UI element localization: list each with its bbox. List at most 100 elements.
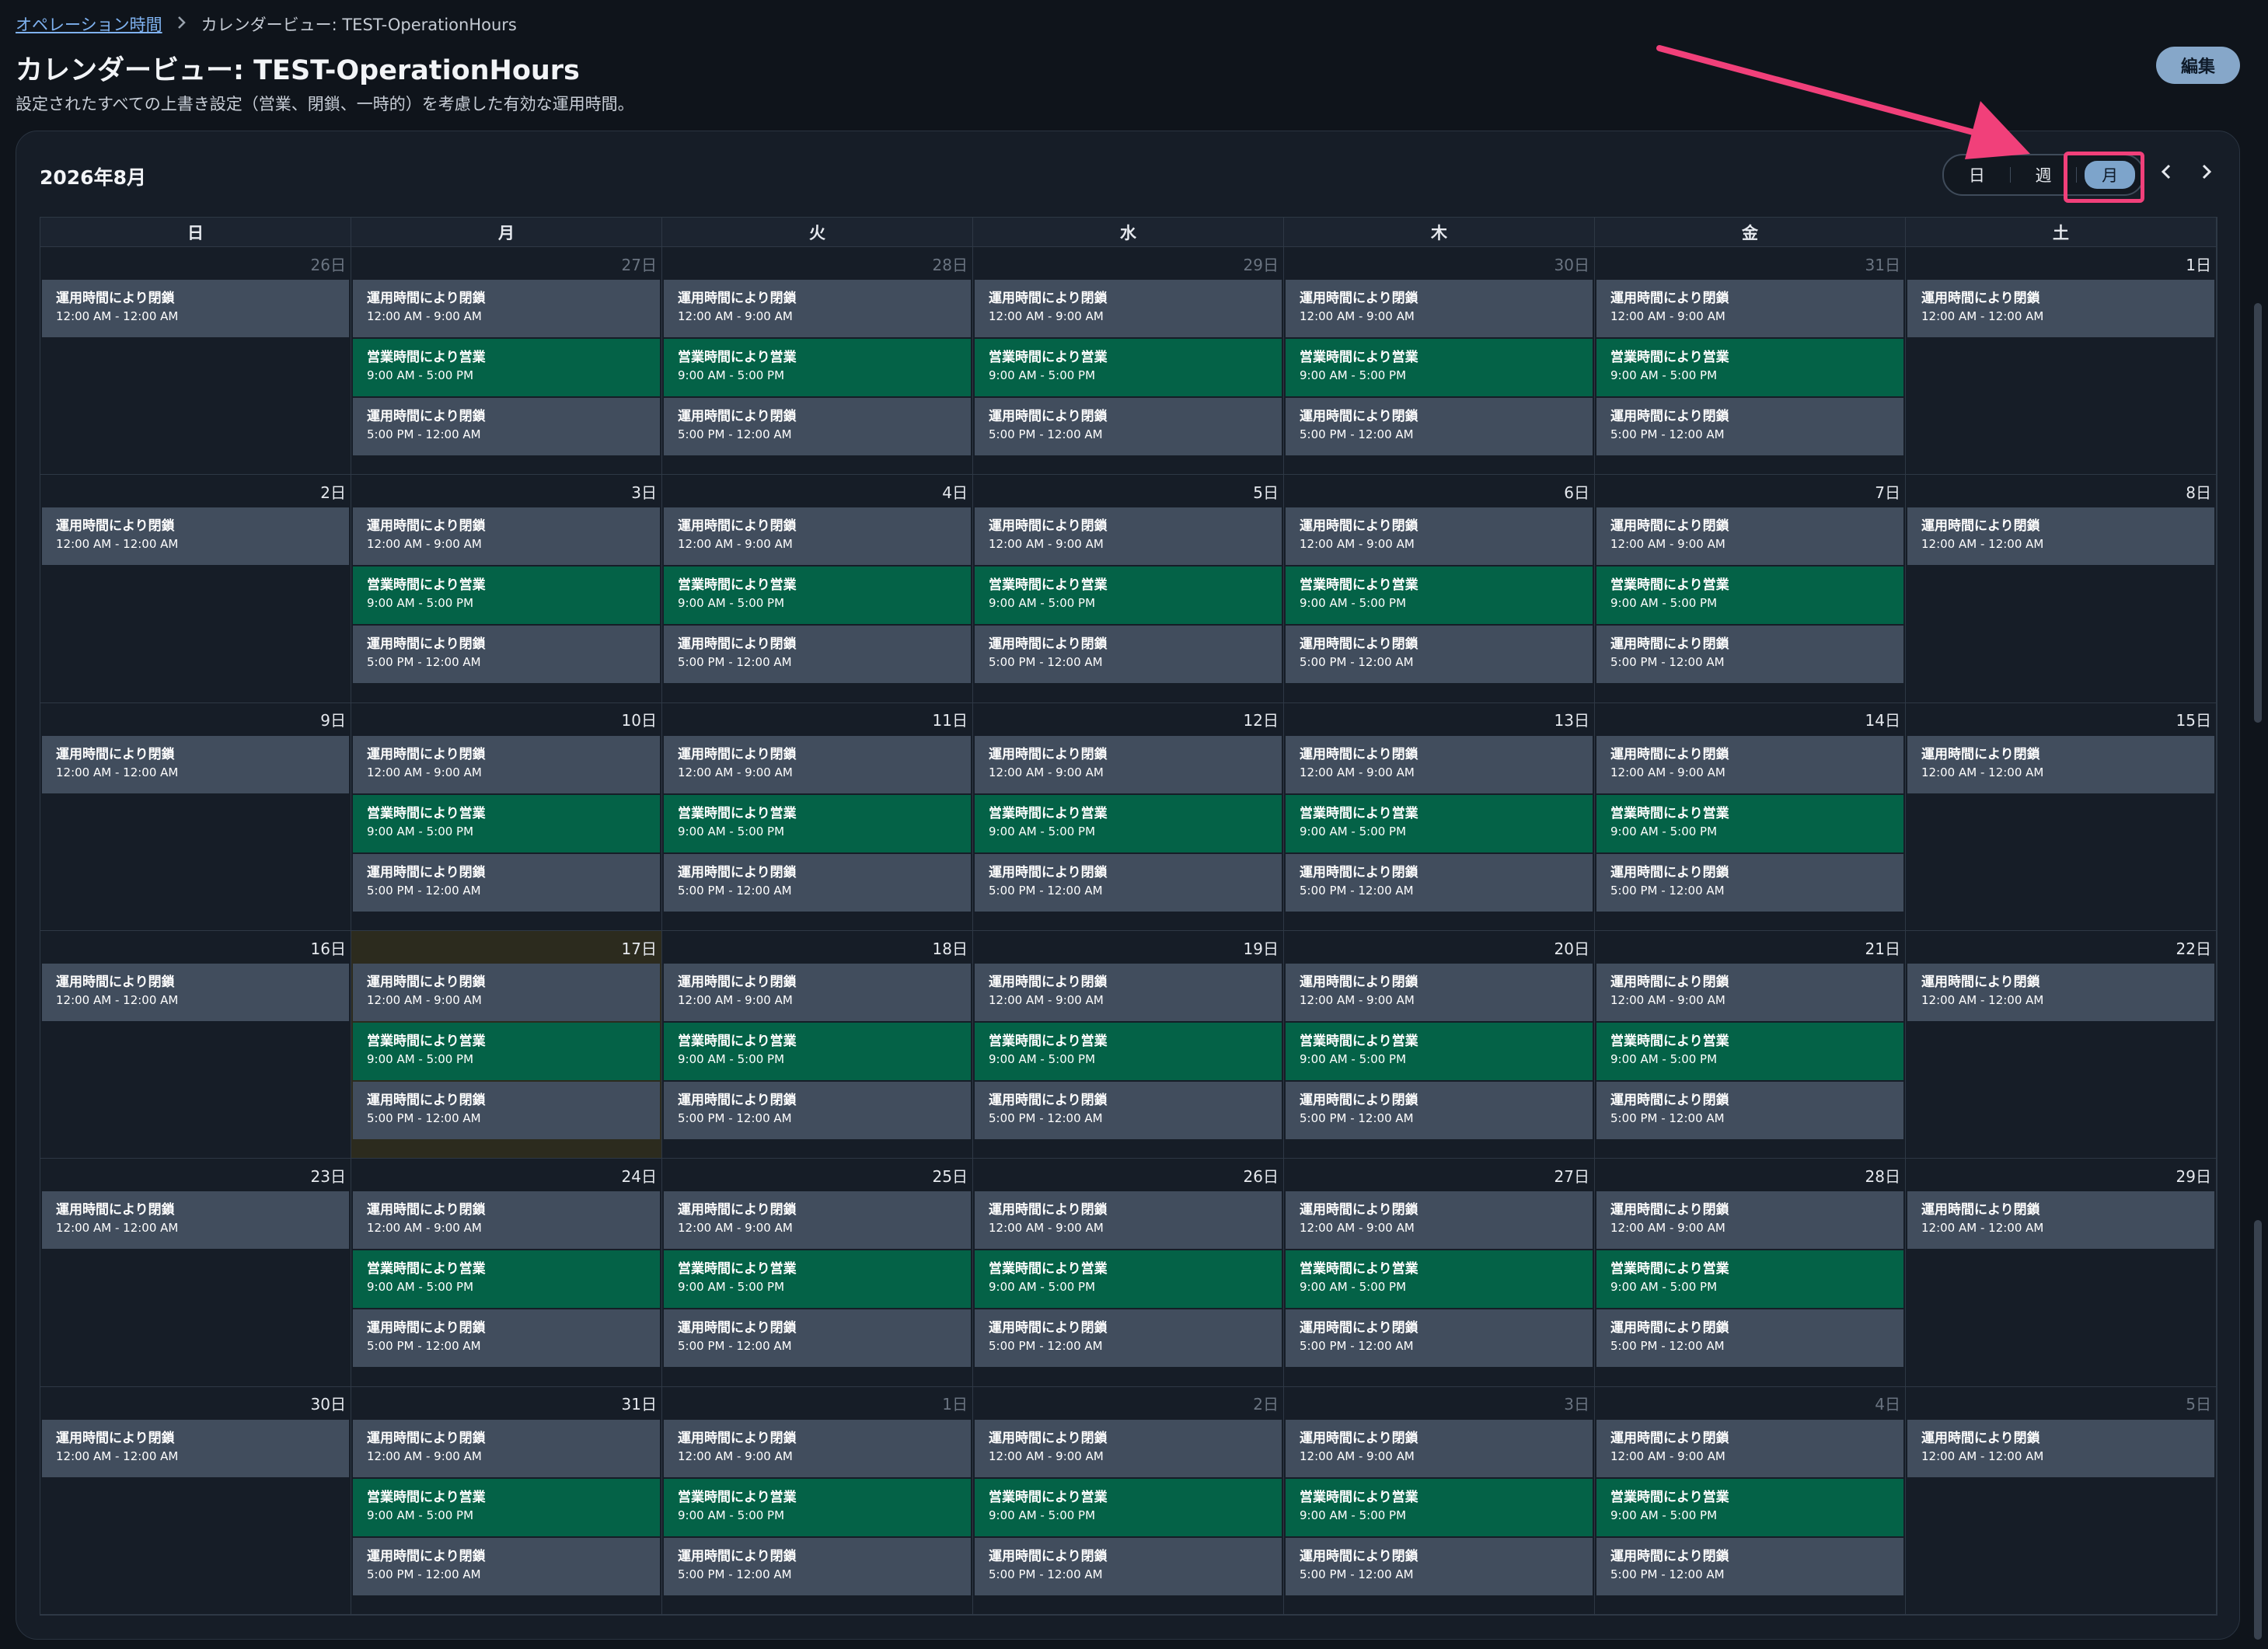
closed-hours-event[interactable]: 運用時間により閉鎖 5:00 PM - 12:00 AM (353, 398, 660, 455)
calendar-day-cell[interactable]: 26日 運用時間により閉鎖 12:00 AM - 9:00 AM 営業時間により営業 9… (973, 1159, 1284, 1387)
closed-hours-event[interactable]: 運用時間により閉鎖 5:00 PM - 12:00 AM (353, 853, 660, 912)
closed-hours-event[interactable]: 運用時間により閉鎖 12:00 AM - 12:00 AM (1907, 1419, 2214, 1477)
calendar-day-cell[interactable]: 1日 運用時間により閉鎖 12:00 AM - 9:00 AM 営業時間により営業 9:… (662, 1386, 973, 1615)
closed-hours-event[interactable]: 運用時間により閉鎖 12:00 AM - 9:00 AM (1596, 1191, 1903, 1250)
calendar-day-cell[interactable]: 25日 運用時間により閉鎖 12:00 AM - 9:00 AM 営業時間により営業 9… (662, 1159, 973, 1387)
closed-hours-event[interactable]: 運用時間により閉鎖 12:00 AM - 9:00 AM (664, 735, 971, 793)
closed-hours-event[interactable]: 運用時間により閉鎖 5:00 PM - 12:00 AM (353, 1082, 660, 1139)
closed-hours-event[interactable]: 運用時間により閉鎖 5:00 PM - 12:00 AM (1596, 1309, 1903, 1368)
calendar-day-cell[interactable]: 31日 運用時間により閉鎖 12:00 AM - 9:00 AM 営業時間により営業 9… (1595, 247, 1906, 476)
calendar-day-cell[interactable]: 1日 運用時間により閉鎖 12:00 AM - 12:00 AM (1906, 247, 2217, 476)
edit-button[interactable]: 編集 (2156, 47, 2240, 84)
closed-hours-event[interactable]: 運用時間により閉鎖 12:00 AM - 9:00 AM (353, 1191, 660, 1250)
open-hours-event[interactable]: 営業時間により営業 9:00 AM - 5:00 PM (975, 1478, 1282, 1536)
closed-hours-event[interactable]: 運用時間により閉鎖 12:00 AM - 9:00 AM (353, 964, 660, 1021)
calendar-day-cell[interactable]: 2日 運用時間により閉鎖 12:00 AM - 12:00 AM (40, 475, 351, 703)
calendar-day-cell[interactable]: 20日 運用時間により閉鎖 12:00 AM - 9:00 AM 営業時間により営業 9… (1284, 931, 1595, 1159)
closed-hours-event[interactable]: 運用時間により閉鎖 12:00 AM - 9:00 AM (664, 507, 971, 566)
open-hours-event[interactable]: 営業時間により営業 9:00 AM - 5:00 PM (1596, 1023, 1903, 1080)
closed-hours-event[interactable]: 運用時間により閉鎖 5:00 PM - 12:00 AM (1596, 1082, 1903, 1139)
closed-hours-event[interactable]: 運用時間により閉鎖 12:00 AM - 9:00 AM (975, 964, 1282, 1021)
open-hours-event[interactable]: 営業時間により営業 9:00 AM - 5:00 PM (975, 339, 1282, 396)
open-hours-event[interactable]: 営業時間により営業 9:00 AM - 5:00 PM (1286, 339, 1593, 396)
open-hours-event[interactable]: 営業時間により営業 9:00 AM - 5:00 PM (1596, 1250, 1903, 1309)
closed-hours-event[interactable]: 運用時間により閉鎖 5:00 PM - 12:00 AM (1596, 853, 1903, 912)
calendar-day-cell[interactable]: 5日 運用時間により閉鎖 12:00 AM - 12:00 AM (1906, 1386, 2217, 1615)
closed-hours-event[interactable]: 運用時間により閉鎖 12:00 AM - 9:00 AM (664, 280, 971, 337)
open-hours-event[interactable]: 営業時間により営業 9:00 AM - 5:00 PM (664, 1023, 971, 1080)
closed-hours-event[interactable]: 運用時間により閉鎖 12:00 AM - 9:00 AM (975, 280, 1282, 337)
calendar-day-cell[interactable]: 3日 運用時間により閉鎖 12:00 AM - 9:00 AM 営業時間により営業 9:… (351, 475, 662, 703)
closed-hours-event[interactable]: 運用時間により閉鎖 12:00 AM - 9:00 AM (353, 1419, 660, 1477)
closed-hours-event[interactable]: 運用時間により閉鎖 5:00 PM - 12:00 AM (975, 398, 1282, 455)
calendar-day-cell[interactable]: 13日 運用時間により閉鎖 12:00 AM - 9:00 AM 営業時間により営業 9… (1284, 702, 1595, 931)
calendar-day-cell[interactable]: 30日 運用時間により閉鎖 12:00 AM - 9:00 AM 営業時間により営業 9… (1284, 247, 1595, 476)
closed-hours-event[interactable]: 運用時間により閉鎖 12:00 AM - 9:00 AM (1286, 1419, 1593, 1477)
page-scrollbar-thumb[interactable] (2254, 303, 2262, 723)
calendar-day-cell[interactable]: 19日 運用時間により閉鎖 12:00 AM - 9:00 AM 営業時間により営業 9… (973, 931, 1284, 1159)
calendar-day-cell[interactable]: 29日 運用時間により閉鎖 12:00 AM - 9:00 AM 営業時間により営業 9… (973, 247, 1284, 476)
open-hours-event[interactable]: 営業時間により営業 9:00 AM - 5:00 PM (353, 1250, 660, 1309)
calendar-day-cell[interactable]: 7日 運用時間により閉鎖 12:00 AM - 9:00 AM 営業時間により営業 9:… (1595, 475, 1906, 703)
closed-hours-event[interactable]: 運用時間により閉鎖 5:00 PM - 12:00 AM (975, 1537, 1282, 1595)
calendar-day-cell[interactable]: 4日 運用時間により閉鎖 12:00 AM - 9:00 AM 営業時間により営業 9:… (1595, 1386, 1906, 1615)
calendar-day-cell[interactable]: 18日 運用時間により閉鎖 12:00 AM - 9:00 AM 営業時間により営業 9… (662, 931, 973, 1159)
open-hours-event[interactable]: 営業時間により営業 9:00 AM - 5:00 PM (1286, 794, 1593, 852)
open-hours-event[interactable]: 営業時間により営業 9:00 AM - 5:00 PM (1286, 567, 1593, 625)
closed-hours-event[interactable]: 運用時間により閉鎖 12:00 AM - 9:00 AM (353, 735, 660, 793)
calendar-day-cell[interactable]: 8日 運用時間により閉鎖 12:00 AM - 12:00 AM (1906, 475, 2217, 703)
closed-hours-event[interactable]: 運用時間により閉鎖 12:00 AM - 12:00 AM (1907, 1191, 2214, 1250)
closed-hours-event[interactable]: 運用時間により閉鎖 5:00 PM - 12:00 AM (1286, 1537, 1593, 1595)
closed-hours-event[interactable]: 運用時間により閉鎖 5:00 PM - 12:00 AM (664, 1082, 971, 1139)
prev-month-button[interactable] (2151, 158, 2182, 189)
open-hours-event[interactable]: 営業時間により営業 9:00 AM - 5:00 PM (353, 1478, 660, 1536)
calendar-day-cell[interactable]: 17日 運用時間により閉鎖 12:00 AM - 9:00 AM 営業時間により営業 9… (351, 931, 662, 1159)
calendar-day-cell[interactable]: 2日 運用時間により閉鎖 12:00 AM - 9:00 AM 営業時間により営業 9:… (973, 1386, 1284, 1615)
closed-hours-event[interactable]: 運用時間により閉鎖 12:00 AM - 9:00 AM (975, 1191, 1282, 1250)
open-hours-event[interactable]: 営業時間により営業 9:00 AM - 5:00 PM (664, 339, 971, 396)
closed-hours-event[interactable]: 運用時間により閉鎖 5:00 PM - 12:00 AM (664, 853, 971, 912)
closed-hours-event[interactable]: 運用時間により閉鎖 12:00 AM - 9:00 AM (975, 735, 1282, 793)
open-hours-event[interactable]: 営業時間により営業 9:00 AM - 5:00 PM (1596, 567, 1903, 625)
calendar-day-cell[interactable]: 28日 運用時間により閉鎖 12:00 AM - 9:00 AM 営業時間により営業 9… (1595, 1159, 1906, 1387)
closed-hours-event[interactable]: 運用時間により閉鎖 5:00 PM - 12:00 AM (664, 626, 971, 684)
closed-hours-event[interactable]: 運用時間により閉鎖 12:00 AM - 9:00 AM (1596, 735, 1903, 793)
closed-hours-event[interactable]: 運用時間により閉鎖 12:00 AM - 9:00 AM (353, 280, 660, 337)
open-hours-event[interactable]: 営業時間により営業 9:00 AM - 5:00 PM (975, 794, 1282, 852)
calendar-day-cell[interactable]: 21日 運用時間により閉鎖 12:00 AM - 9:00 AM 営業時間により営業 9… (1595, 931, 1906, 1159)
open-hours-event[interactable]: 営業時間により営業 9:00 AM - 5:00 PM (353, 339, 660, 396)
calendar-day-cell[interactable]: 28日 運用時間により閉鎖 12:00 AM - 9:00 AM 営業時間により営業 9… (662, 247, 973, 476)
closed-hours-event[interactable]: 運用時間により閉鎖 12:00 AM - 12:00 AM (42, 735, 349, 793)
closed-hours-event[interactable]: 運用時間により閉鎖 12:00 AM - 9:00 AM (1596, 507, 1903, 566)
closed-hours-event[interactable]: 運用時間により閉鎖 12:00 AM - 9:00 AM (1596, 280, 1903, 337)
calendar-day-cell[interactable]: 27日 運用時間により閉鎖 12:00 AM - 9:00 AM 営業時間により営業 9… (351, 247, 662, 476)
open-hours-event[interactable]: 営業時間により営業 9:00 AM - 5:00 PM (975, 1250, 1282, 1309)
calendar-day-cell[interactable]: 6日 運用時間により閉鎖 12:00 AM - 9:00 AM 営業時間により営業 9:… (1284, 475, 1595, 703)
closed-hours-event[interactable]: 運用時間により閉鎖 12:00 AM - 9:00 AM (1286, 735, 1593, 793)
closed-hours-event[interactable]: 運用時間により閉鎖 5:00 PM - 12:00 AM (975, 1082, 1282, 1139)
open-hours-event[interactable]: 営業時間により営業 9:00 AM - 5:00 PM (975, 1023, 1282, 1080)
closed-hours-event[interactable]: 運用時間により閉鎖 12:00 AM - 12:00 AM (42, 507, 349, 566)
open-hours-event[interactable]: 営業時間により営業 9:00 AM - 5:00 PM (1596, 794, 1903, 852)
calendar-day-cell[interactable]: 24日 運用時間により閉鎖 12:00 AM - 9:00 AM 営業時間により営業 9… (351, 1159, 662, 1387)
calendar-day-cell[interactable]: 14日 運用時間により閉鎖 12:00 AM - 9:00 AM 営業時間により営業 9… (1595, 702, 1906, 931)
open-hours-event[interactable]: 営業時間により営業 9:00 AM - 5:00 PM (1596, 339, 1903, 396)
closed-hours-event[interactable]: 運用時間により閉鎖 12:00 AM - 9:00 AM (664, 964, 971, 1021)
open-hours-event[interactable]: 営業時間により営業 9:00 AM - 5:00 PM (664, 1478, 971, 1536)
closed-hours-event[interactable]: 運用時間により閉鎖 5:00 PM - 12:00 AM (1286, 853, 1593, 912)
calendar-day-cell[interactable]: 29日 運用時間により閉鎖 12:00 AM - 12:00 AM (1906, 1159, 2217, 1387)
open-hours-event[interactable]: 営業時間により営業 9:00 AM - 5:00 PM (664, 1250, 971, 1309)
closed-hours-event[interactable]: 運用時間により閉鎖 5:00 PM - 12:00 AM (975, 853, 1282, 912)
calendar-day-cell[interactable]: 22日 運用時間により閉鎖 12:00 AM - 12:00 AM (1906, 931, 2217, 1159)
breadcrumb-parent-link[interactable]: オペレーション時間 (16, 12, 162, 36)
closed-hours-event[interactable]: 運用時間により閉鎖 5:00 PM - 12:00 AM (1596, 398, 1903, 455)
calendar-day-cell[interactable]: 23日 運用時間により閉鎖 12:00 AM - 12:00 AM (40, 1159, 351, 1387)
open-hours-event[interactable]: 営業時間により営業 9:00 AM - 5:00 PM (1286, 1250, 1593, 1309)
closed-hours-event[interactable]: 運用時間により閉鎖 12:00 AM - 12:00 AM (42, 964, 349, 1021)
calendar-day-cell[interactable]: 27日 運用時間により閉鎖 12:00 AM - 9:00 AM 営業時間により営業 9… (1284, 1159, 1595, 1387)
closed-hours-event[interactable]: 運用時間により閉鎖 5:00 PM - 12:00 AM (1286, 398, 1593, 455)
closed-hours-event[interactable]: 運用時間により閉鎖 12:00 AM - 12:00 AM (42, 1191, 349, 1250)
open-hours-event[interactable]: 営業時間により営業 9:00 AM - 5:00 PM (975, 567, 1282, 625)
calendar-day-cell[interactable]: 5日 運用時間により閉鎖 12:00 AM - 9:00 AM 営業時間により営業 9:… (973, 475, 1284, 703)
view-day-button[interactable]: 日 (1944, 155, 2010, 194)
